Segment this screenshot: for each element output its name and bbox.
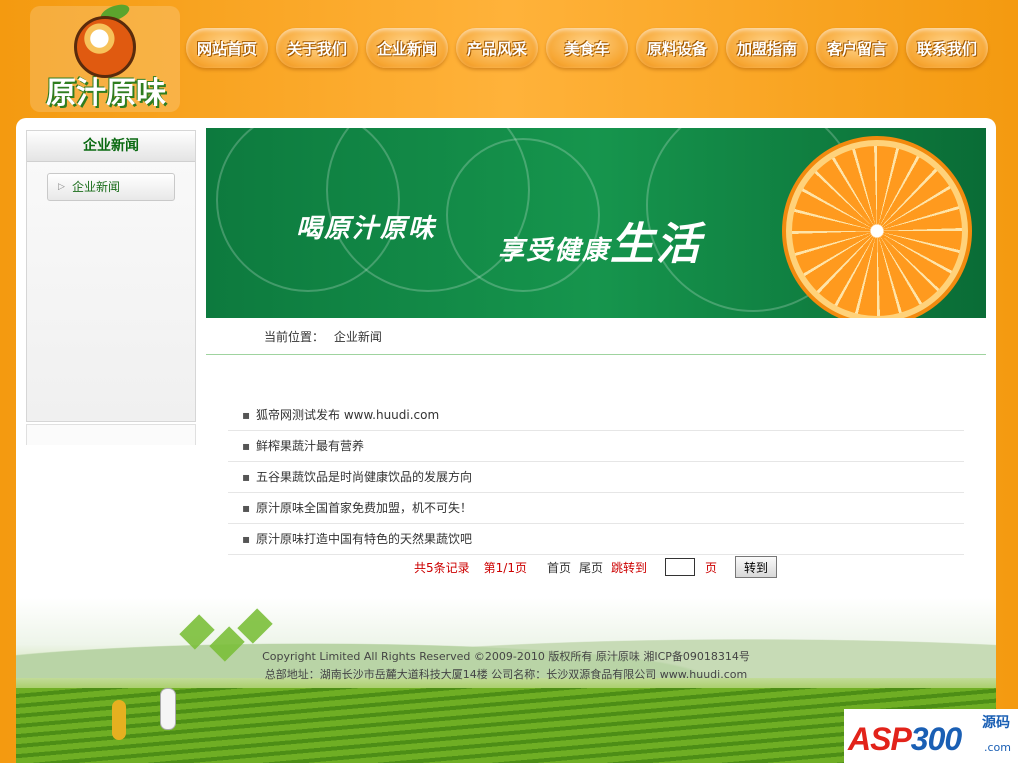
- watermark-cn: 源码: [982, 715, 1010, 731]
- copyright-line-2: 总部地址：湖南长沙市岳麓大道科技大厦14楼 公司名称：长沙双源食品有限公司 ww…: [264, 668, 748, 681]
- pager-unit-label: 页: [705, 560, 718, 575]
- watermark-brand-b: 300: [910, 721, 962, 757]
- pager-current-page: 第1/1页: [483, 560, 527, 575]
- news-title[interactable]: 原汁原味全国首家免费加盟，机不可失！: [256, 501, 472, 515]
- bullet-icon: ▪: [242, 408, 251, 422]
- pagination: 共5条记录 第1/1页 首页 尾页 跳转到 页 转到: [414, 556, 778, 578]
- news-title[interactable]: 鲜榨果蔬汁最有营养: [256, 439, 364, 453]
- bullet-icon: ▪: [242, 501, 251, 515]
- nav-item-news[interactable]: 企业新闻: [366, 28, 448, 68]
- banner-slogan-right: 享受健康生活: [498, 208, 702, 272]
- main-nav: 网站首页 关于我们 企业新闻 产品风采 美食车 原料设备 加盟指南 客户留言 联…: [186, 28, 988, 68]
- nav-item-franchise[interactable]: 加盟指南: [726, 28, 808, 68]
- go-button[interactable]: 转到: [735, 556, 778, 578]
- news-list: ▪ 狐帝网测试发布 www.huudi.com ▪ 鲜榨果蔬汁最有营养 ▪ 五谷果蔬饮…: [228, 400, 964, 555]
- divider: [206, 354, 986, 355]
- site-logo[interactable]: 原汁原味: [30, 1, 180, 112]
- bullet-icon: ▪: [242, 470, 251, 484]
- bullet-icon: ▪: [242, 439, 251, 453]
- banner: 喝原汁原味 享受健康生活: [206, 128, 986, 318]
- news-title[interactable]: 狐帝网测试发布 www.huudi.com: [256, 408, 439, 422]
- sidebar-footer: [26, 424, 196, 445]
- nav-item-equipment[interactable]: 原料设备: [636, 28, 718, 68]
- pager-total: 共5条记录: [414, 560, 470, 575]
- logo-text: 原汁原味: [46, 76, 166, 111]
- watermark-brand: ASP300: [848, 721, 962, 758]
- breadcrumb-current: 企业新闻: [333, 330, 382, 344]
- copyright-line-1: Copyright Limited All Rights Reserved ©2…: [262, 650, 750, 663]
- watermark-com: .com: [984, 741, 1011, 754]
- watermark-logo: ASP300 源码 .com: [844, 709, 1018, 763]
- nav-item-contact[interactable]: 联系我们: [906, 28, 988, 68]
- news-title[interactable]: 五谷果蔬饮品是时尚健康饮品的发展方向: [256, 470, 472, 484]
- breadcrumb: 当前位置： 企业新闻: [264, 328, 382, 345]
- banner-slogan-left: 喝原汁原味: [296, 214, 437, 244]
- breadcrumb-label: 当前位置：: [264, 330, 325, 344]
- child-figure: [112, 700, 126, 740]
- child-figure: [160, 688, 176, 730]
- site-header: 原汁原味 网站首页 关于我们 企业新闻 产品风采 美食车 原料设备 加盟指南 客…: [0, 0, 1018, 118]
- sidebar-title: 企业新闻: [27, 131, 195, 162]
- nav-item-products[interactable]: 产品风采: [456, 28, 538, 68]
- main-panel: 企业新闻 ▷ 企业新闻 喝原汁原味 享受健康生活 当前位置： 企业新闻 ▪ 狐帝网…: [16, 118, 996, 763]
- nav-item-guestbook[interactable]: 客户留言: [816, 28, 898, 68]
- watermark-brand-a: ASP: [848, 721, 912, 757]
- banner-slogan-right-b: 生活: [610, 219, 703, 270]
- sidebar: 企业新闻 ▷ 企业新闻: [26, 130, 196, 422]
- sidebar-item-label: 企业新闻: [72, 180, 121, 194]
- nav-item-home[interactable]: 网站首页: [186, 28, 268, 68]
- news-title[interactable]: 原汁原味打造中国有特色的天然果蔬饮吧: [256, 532, 472, 546]
- list-item[interactable]: ▪ 鲜榨果蔬汁最有营养: [228, 431, 964, 462]
- pager-last-link[interactable]: 尾页: [579, 559, 603, 576]
- pager-first-link[interactable]: 首页: [547, 559, 571, 576]
- page-number-input[interactable]: [665, 558, 696, 576]
- list-item[interactable]: ▪ 狐帝网测试发布 www.huudi.com: [228, 400, 964, 431]
- list-item[interactable]: ▪ 原汁原味全国首家免费加盟，机不可失！: [228, 493, 964, 524]
- sidebar-item-news[interactable]: ▷ 企业新闻: [47, 173, 175, 201]
- copyright-text: Copyright Limited All Rights Reserved ©2…: [16, 648, 996, 684]
- list-item[interactable]: ▪ 原汁原味打造中国有特色的天然果蔬饮吧: [228, 524, 964, 555]
- chevron-right-icon: ▷: [58, 182, 65, 192]
- pager-jump-label: 跳转到: [611, 560, 648, 575]
- nav-item-about[interactable]: 关于我们: [276, 28, 358, 68]
- banner-slogan-right-a: 享受健康: [498, 236, 611, 266]
- list-item[interactable]: ▪ 五谷果蔬饮品是时尚健康饮品的发展方向: [228, 462, 964, 493]
- bullet-icon: ▪: [242, 532, 251, 546]
- nav-item-food-truck[interactable]: 美食车: [546, 28, 628, 68]
- orange-slice-image: [786, 140, 968, 318]
